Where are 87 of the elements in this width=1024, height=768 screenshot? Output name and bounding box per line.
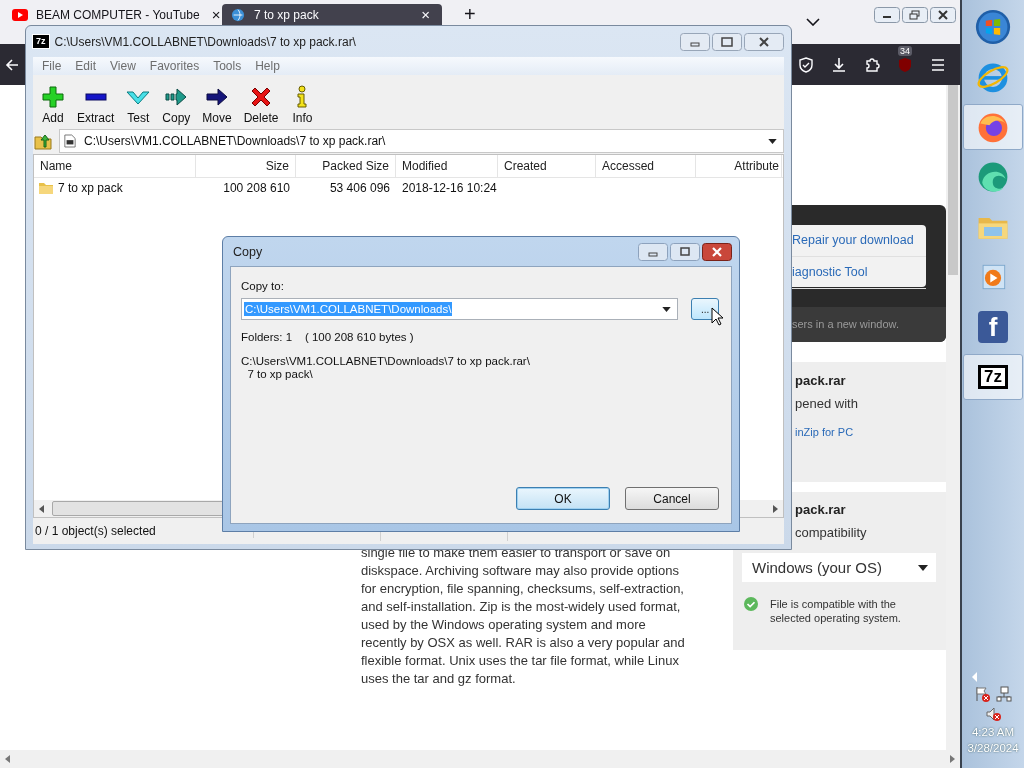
folder-icon [38,180,54,196]
globe-icon [230,7,246,22]
table-cell-text: 53 406 096 [328,181,391,195]
folder-summary: Folders: 1 ( 100 208 610 bytes ) [241,331,415,343]
new-tab-button[interactable]: + [464,4,476,24]
menu-icon[interactable] [930,56,946,73]
browser-tab[interactable]: 7 to xp pack × [222,4,442,25]
app-link[interactable]: inZip for PC [795,426,946,438]
menu-item[interactable]: Tools [206,59,249,73]
column-header[interactable]: Attribute [696,155,782,177]
dialog-button[interactable]: OK [516,487,610,510]
scroll-left-icon[interactable] [38,504,46,513]
taskbar-button[interactable] [963,104,1023,150]
toolbar-button[interactable]: Copy [158,85,195,125]
dropdown-arrow-icon[interactable] [662,306,672,312]
field-label: Copy to: [241,280,285,292]
table-cell-text: 100 208 610 [222,181,291,195]
os-dropdown[interactable]: Windows (your OS) [742,553,936,582]
restore-icon[interactable] [902,7,928,23]
scroll-right-icon[interactable] [771,504,779,513]
column-header[interactable]: Created [498,155,596,177]
compatibility-status: File is compatible with the selected operating system. [770,597,902,625]
mouse-pointer-icon [711,307,723,326]
taskbar-button[interactable]: 7z [963,354,1023,400]
vertical-scrollbar[interactable] [946,85,960,750]
card-text: pened with [795,396,859,412]
minimize-icon[interactable] [874,7,900,23]
source-path: C:\Users\VM1.COLLABNET\Downloads\7 to xp pack.rar\ [241,355,531,368]
menu-item[interactable]: Edit [68,59,104,73]
scroll-right-icon[interactable] [948,755,956,763]
menu-item[interactable]: Help [248,59,287,73]
toolbar-button[interactable]: Move [198,85,236,125]
facebook-icon: f [978,311,1008,343]
close-tab-button[interactable]: × [417,5,434,24]
speaker-muted-icon[interactable] [985,706,1001,722]
close-tab-button[interactable]: × [207,5,225,24]
back-arrow-icon[interactable] [4,56,20,73]
scroll-left-icon[interactable] [4,755,12,763]
shield-icon[interactable] [798,56,814,73]
dialog-title: Copy [232,244,263,259]
toolbar-button[interactable]: Extract [73,85,119,125]
toolbar-button[interactable]: Info [286,85,319,125]
horizontal-scrollbar[interactable] [0,750,960,768]
count-badge: 34 [898,45,912,56]
download-icon[interactable] [831,56,847,73]
plus-icon [41,85,65,109]
column-header[interactable]: Accessed [596,155,696,177]
footer-note: sers in a new window. [792,318,899,330]
column-header[interactable]: Packed Size [296,155,396,177]
taskbar-button[interactable]: f [963,304,1023,350]
dropdown-arrow-icon [918,564,928,571]
menu-item[interactable]: Favorites [142,59,207,73]
toolbar-button[interactable]: Delete [239,85,283,125]
card-text: compatibility [795,525,868,541]
column-header[interactable]: Name [34,155,196,177]
menu-item[interactable]: View [103,59,143,73]
archiver-icon: 7z [978,365,1008,389]
source-path: 7 to xp pack\ [246,368,314,381]
table-cell-text: 2018-12-16 10:24 [401,181,498,195]
file-name: pack.rar [795,502,847,518]
video-play-icon [12,7,28,22]
column-header[interactable]: Size [196,155,296,177]
address-field[interactable]: C:\Users\VM1.COLLABNET\Downloads\7 to xp pack.rar\ [59,129,784,153]
toolbar-button[interactable]: Test [122,85,155,125]
arrow-right-icon [164,85,189,109]
puzzle-icon[interactable] [864,56,880,73]
dialog-button[interactable]: Cancel [625,487,719,510]
arrow-right-icon [205,85,230,109]
archive-file-icon [64,134,76,148]
close-icon[interactable] [702,242,732,261]
flag-icon[interactable] [974,686,990,702]
toolbar-button[interactable]: Add [37,85,69,125]
column-header[interactable]: Modified [396,155,498,177]
chevron-down-icon[interactable] [806,18,820,26]
file-name: pack.rar [795,373,847,389]
maximize-icon[interactable] [670,242,700,261]
menu-item[interactable]: File [35,59,69,73]
start-orb-icon [975,9,1011,45]
file-row[interactable]: 7 to xp pack 100 208 610 53 406 096 2018-12-16 10:24 [34,178,783,198]
table-cell: 7 to xp pack [58,181,123,195]
close-icon[interactable] [930,7,956,23]
window-title: C:\Users\VM1.COLLABNET\Downloads\7 to xp pack.rar\ [54,34,356,49]
close-icon[interactable] [744,32,784,51]
maximize-icon[interactable] [712,32,742,51]
archiver-logo: 7z [33,35,49,48]
network-icon[interactable] [996,686,1012,702]
dropdown-arrow-icon[interactable] [768,138,777,144]
